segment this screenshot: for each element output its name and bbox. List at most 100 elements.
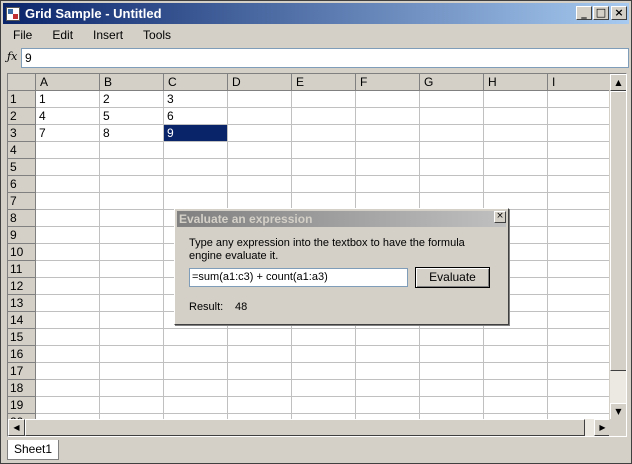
tab-sheet1[interactable]: Sheet1 [7,440,60,460]
grid-cell[interactable] [356,142,420,159]
formula-input[interactable]: 9 [21,48,629,68]
grid-cell[interactable] [100,346,164,363]
grid-cell[interactable] [292,108,356,125]
expression-input[interactable]: =sum(a1:c3) + count(a1:a3) [189,268,408,287]
row-header[interactable]: 5 [8,159,36,176]
vertical-scrollbar[interactable]: ▲ ▼ [609,74,626,420]
grid-cell[interactable] [420,176,484,193]
menu-edit[interactable]: Edit [42,25,83,45]
grid-cell[interactable] [100,295,164,312]
grid-cell[interactable] [36,380,100,397]
grid-cell[interactable] [484,380,548,397]
grid-cell[interactable] [548,363,612,380]
grid-cell[interactable] [228,397,292,414]
grid-cell[interactable] [36,312,100,329]
grid-cell[interactable] [484,176,548,193]
row-header[interactable]: 11 [8,261,36,278]
maximize-button[interactable]: □ [593,6,609,20]
grid-cell[interactable] [548,397,612,414]
grid-cell[interactable] [100,329,164,346]
grid-cell[interactable] [548,261,612,278]
grid-cell[interactable] [356,380,420,397]
grid-cell[interactable]: 4 [36,108,100,125]
grid-cell[interactable] [100,142,164,159]
grid-cell[interactable]: 7 [36,125,100,142]
grid-cell[interactable] [164,397,228,414]
column-header[interactable]: D [228,74,292,91]
grid-cell[interactable] [484,363,548,380]
dialog-title[interactable]: Evaluate an expression [177,211,506,227]
grid-cell[interactable] [292,397,356,414]
grid-cell[interactable] [36,142,100,159]
grid-cell[interactable] [164,346,228,363]
grid-cell[interactable] [548,91,612,108]
row-header[interactable]: 14 [8,312,36,329]
grid-cell[interactable] [420,108,484,125]
evaluate-button[interactable]: Evaluate [415,267,490,288]
grid-cell[interactable] [548,210,612,227]
grid-cell[interactable] [36,244,100,261]
row-header[interactable]: 16 [8,346,36,363]
minimize-button[interactable]: _ [576,6,592,20]
grid-cell[interactable] [420,397,484,414]
grid-corner[interactable] [8,74,36,91]
grid-cell[interactable] [356,363,420,380]
row-header[interactable]: 7 [8,193,36,210]
close-button[interactable]: × [611,6,627,20]
grid-cell[interactable] [36,159,100,176]
grid-cell[interactable] [228,176,292,193]
row-header[interactable]: 9 [8,227,36,244]
grid-cell[interactable] [420,159,484,176]
grid-cell[interactable] [228,91,292,108]
row-header[interactable]: 4 [8,142,36,159]
grid-cell[interactable] [36,346,100,363]
grid-cell[interactable] [548,108,612,125]
column-header[interactable]: I [548,74,612,91]
grid-cell[interactable]: 3 [164,91,228,108]
row-header[interactable]: 17 [8,363,36,380]
grid-cell[interactable] [36,193,100,210]
grid-cell[interactable] [228,346,292,363]
grid-cell[interactable] [420,142,484,159]
row-header[interactable]: 13 [8,295,36,312]
grid-cell[interactable] [292,346,356,363]
app-icon[interactable] [6,6,20,21]
scroll-up-icon[interactable]: ▲ [610,74,626,91]
grid-cell[interactable] [356,397,420,414]
grid-cell[interactable] [356,159,420,176]
column-header[interactable]: H [484,74,548,91]
grid-cell[interactable] [356,346,420,363]
grid-cell[interactable] [228,142,292,159]
horizontal-scrollbar[interactable]: ◀ ▶ [8,419,611,436]
grid-cell[interactable] [228,125,292,142]
grid-cell[interactable] [548,295,612,312]
grid-cell[interactable] [100,312,164,329]
grid-cell[interactable]: 6 [164,108,228,125]
grid-cell[interactable]: 1 [36,91,100,108]
grid-cell[interactable] [548,244,612,261]
grid-cell[interactable] [36,227,100,244]
grid-cell[interactable] [548,176,612,193]
grid-cell[interactable] [420,91,484,108]
grid-cell[interactable] [36,295,100,312]
row-header[interactable]: 3 [8,125,36,142]
menu-file[interactable]: File [3,25,42,45]
grid-cell[interactable] [548,380,612,397]
menu-insert[interactable]: Insert [83,25,133,45]
grid-cell[interactable]: 2 [100,91,164,108]
grid-cell[interactable] [164,159,228,176]
grid-cell[interactable] [164,176,228,193]
grid-cell[interactable] [164,329,228,346]
grid-cell[interactable] [164,363,228,380]
grid-cell[interactable] [228,329,292,346]
grid-cell[interactable] [164,380,228,397]
grid-cell[interactable] [100,278,164,295]
grid-cell[interactable] [100,380,164,397]
row-header[interactable]: 19 [8,397,36,414]
column-header[interactable]: E [292,74,356,91]
grid-cell[interactable] [292,91,356,108]
grid-cell[interactable] [36,210,100,227]
grid-cell[interactable] [292,329,356,346]
grid-cell[interactable] [420,125,484,142]
grid-cell[interactable] [420,346,484,363]
